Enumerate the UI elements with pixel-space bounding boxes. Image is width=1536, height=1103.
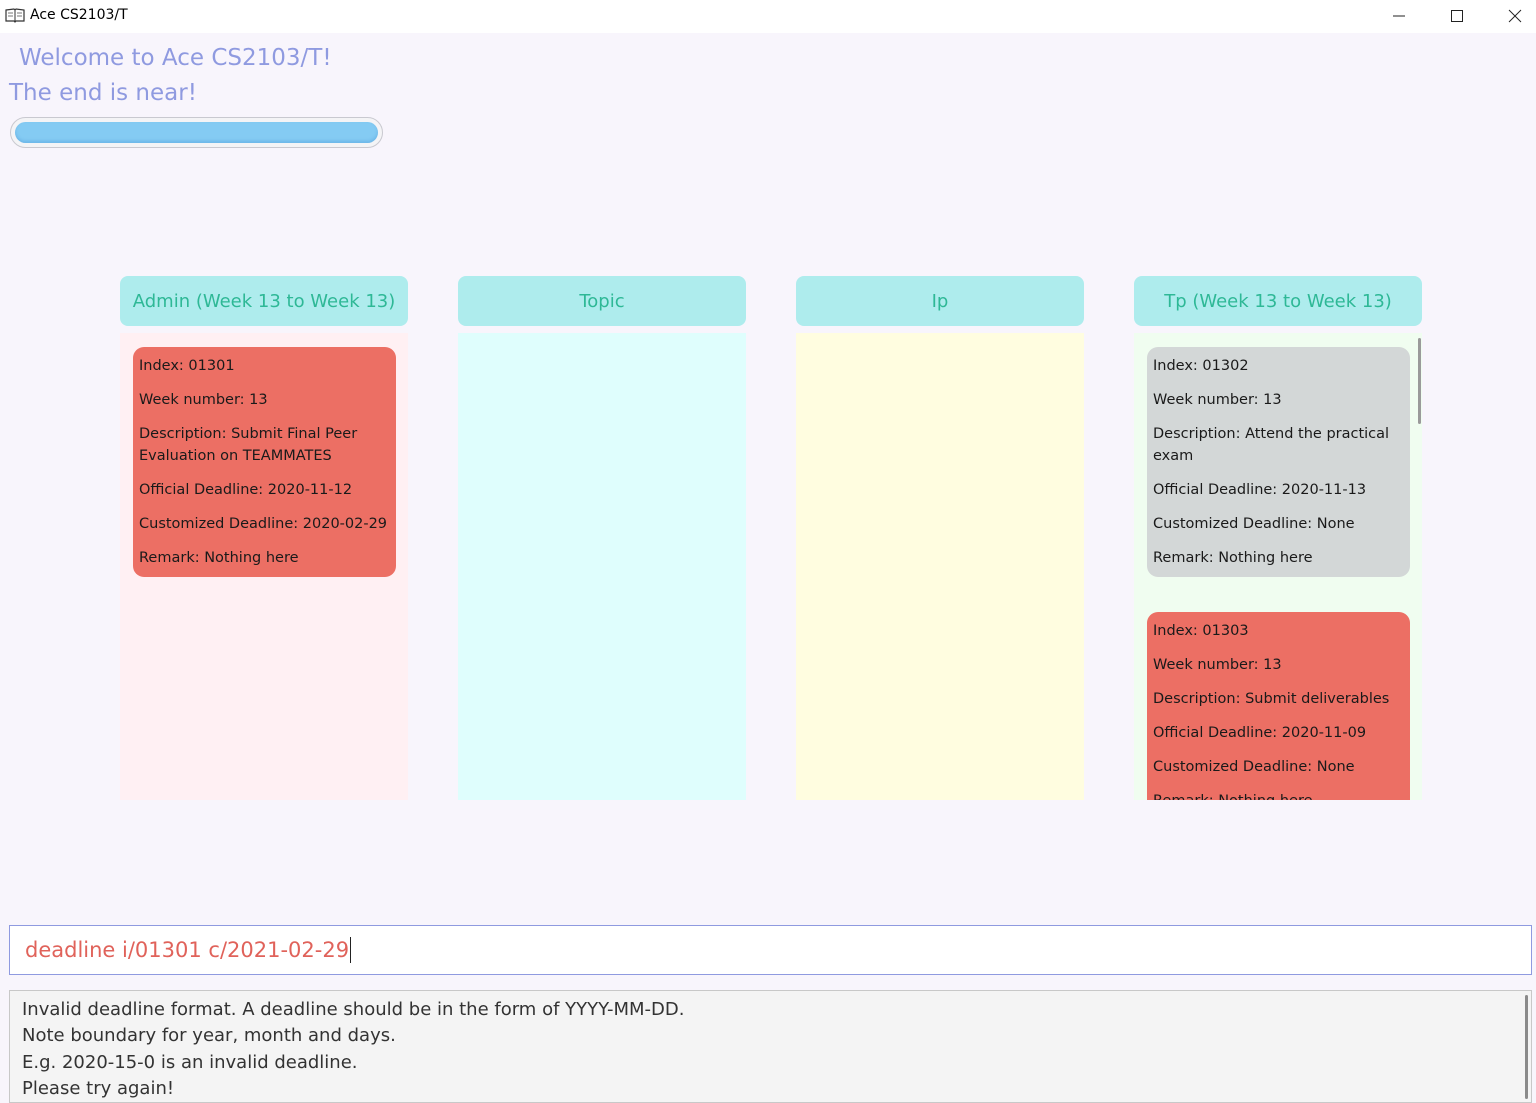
task-remark: Remark: Nothing here	[1153, 550, 1313, 566]
column-scrollbar[interactable]	[1418, 338, 1421, 424]
result-line: Note boundary for year, month and days.	[22, 1025, 396, 1046]
column-list-topic[interactable]	[458, 333, 746, 800]
minimize-button[interactable]	[1370, 0, 1428, 31]
progress-subtitle: The end is near!	[9, 80, 197, 106]
task-card[interactable]: Index: 01303 Week number: 13 Description…	[1147, 612, 1410, 800]
task-index: Index: 01303	[1153, 623, 1249, 639]
task-remark: Remark: Nothing here	[1153, 790, 1404, 800]
column-title-tp: Tp (Week 13 to Week 13)	[1164, 290, 1392, 312]
task-week-number: Week number: 13	[1153, 657, 1282, 673]
task-customized-deadline: Customized Deadline: None	[1153, 759, 1355, 775]
welcome-message: Welcome to Ace CS2103/T!	[19, 45, 332, 71]
column-title-ip: Ip	[931, 290, 949, 312]
task-description: Description: Submit deliverables	[1153, 691, 1390, 707]
command-input[interactable]: deadline i/01301 c/2021-02-29	[9, 925, 1532, 975]
progress-bar-fill	[15, 122, 378, 143]
column-list-tp[interactable]: Index: 01302 Week number: 13 Description…	[1134, 333, 1422, 800]
task-description: Description: Attend the practical exam	[1153, 426, 1390, 464]
maximize-button[interactable]	[1428, 0, 1486, 31]
maximize-icon	[1451, 9, 1463, 22]
task-remark: Remark: Nothing here	[139, 550, 299, 566]
task-card[interactable]: Index: 01302 Week number: 13 Description…	[1147, 347, 1410, 577]
column-list-admin[interactable]: Index: 01301 Week number: 13 Description…	[120, 333, 408, 800]
task-week-number: Week number: 13	[1153, 392, 1282, 408]
text-caret	[350, 937, 352, 963]
result-line: Please try again!	[22, 1078, 175, 1099]
column-header-tp: Tp (Week 13 to Week 13)	[1134, 276, 1422, 326]
task-customized-deadline: Customized Deadline: None	[1153, 516, 1355, 532]
task-official-deadline: Official Deadline: 2020-11-13	[1153, 482, 1367, 498]
window-title: Ace CS2103/T	[30, 7, 128, 23]
column-title-topic: Topic	[579, 290, 625, 312]
title-bar: Ace CS2103/T	[0, 0, 1536, 33]
task-official-deadline: Official Deadline: 2020-11-09	[1153, 725, 1367, 741]
result-scrollbar[interactable]	[1525, 995, 1528, 1099]
task-index: Index: 01301	[139, 358, 235, 374]
close-icon	[1508, 9, 1522, 22]
result-display[interactable]: Invalid deadline format. A deadline shou…	[9, 990, 1532, 1103]
task-official-deadline: Official Deadline: 2020-11-12	[139, 482, 353, 498]
book-icon	[5, 8, 25, 23]
task-week-number: Week number: 13	[139, 392, 268, 408]
column-header-topic: Topic	[458, 276, 746, 326]
column-list-ip[interactable]	[796, 333, 1084, 800]
column-title-admin: Admin (Week 13 to Week 13)	[132, 290, 396, 312]
task-card[interactable]: Index: 01301 Week number: 13 Description…	[133, 347, 396, 577]
result-line: E.g. 2020-15-0 is an invalid deadline.	[22, 1052, 358, 1073]
task-index: Index: 01302	[1153, 358, 1249, 374]
close-button[interactable]	[1486, 0, 1536, 31]
task-description: Description: Submit Final Peer Evaluatio…	[139, 426, 358, 464]
minimize-icon	[1393, 15, 1405, 16]
task-customized-deadline: Customized Deadline: 2020-02-29	[139, 516, 388, 532]
command-input-text: deadline i/01301 c/2021-02-29	[25, 938, 350, 962]
column-header-ip: Ip	[796, 276, 1084, 326]
result-line: Invalid deadline format. A deadline shou…	[22, 999, 685, 1020]
progress-bar	[10, 117, 383, 148]
column-header-admin: Admin (Week 13 to Week 13)	[120, 276, 408, 326]
